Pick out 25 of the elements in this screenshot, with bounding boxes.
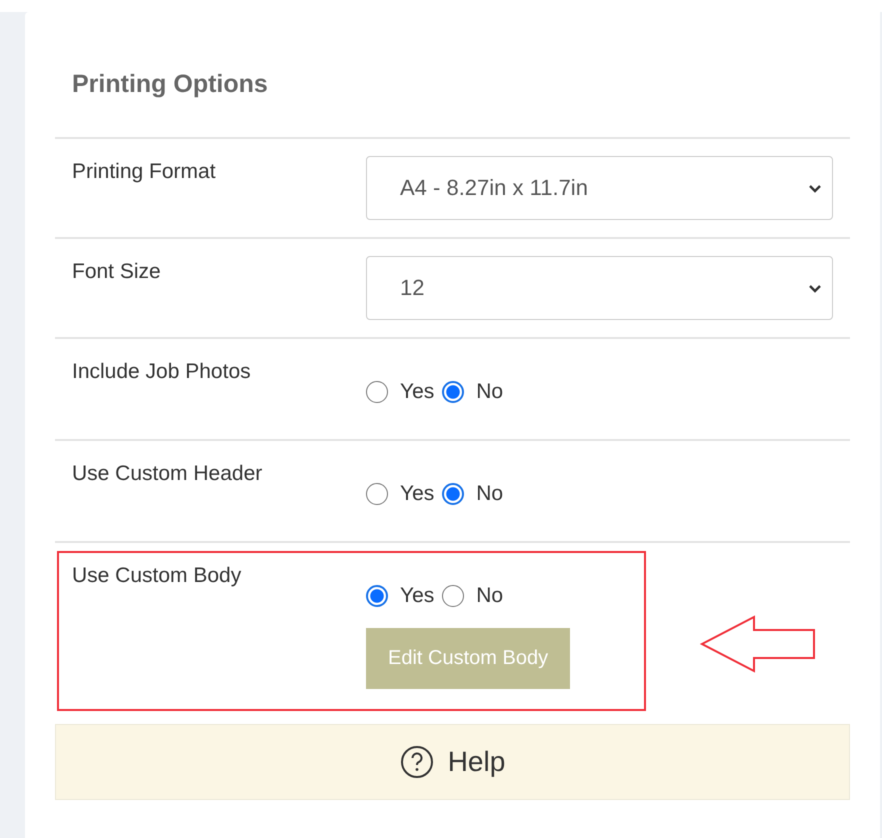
radio-label: Yes	[400, 380, 434, 404]
radio-button[interactable]	[442, 381, 464, 403]
radio-button[interactable]	[366, 381, 388, 403]
radio-label: Yes	[400, 584, 434, 608]
option-label: Font Size	[72, 259, 162, 285]
option-label: Use Custom Header	[72, 461, 264, 487]
option-label: Use Custom Body	[72, 563, 242, 589]
radio-label: No	[476, 584, 504, 608]
radio-button[interactable]	[366, 585, 388, 607]
dropdown[interactable]: A4 - 8.27in x 11.7in	[366, 156, 833, 220]
option-label: Printing Format	[72, 159, 217, 185]
radio-button[interactable]	[442, 585, 464, 607]
help-icon	[400, 745, 434, 779]
help-label: Help	[448, 746, 506, 778]
chevron-down-icon	[808, 184, 822, 192]
radio-label: No	[476, 380, 504, 404]
radio-button[interactable]	[442, 483, 464, 505]
radio-button[interactable]	[366, 483, 388, 505]
radio-label: Yes	[400, 482, 434, 506]
chevron-down-icon	[808, 284, 822, 292]
dropdown[interactable]: 12	[366, 256, 833, 320]
option-label: Include Job Photos	[72, 359, 252, 385]
help-bar[interactable]: Help	[55, 724, 850, 800]
section-title: Printing Options	[55, 12, 850, 139]
radio-label: No	[476, 482, 504, 506]
